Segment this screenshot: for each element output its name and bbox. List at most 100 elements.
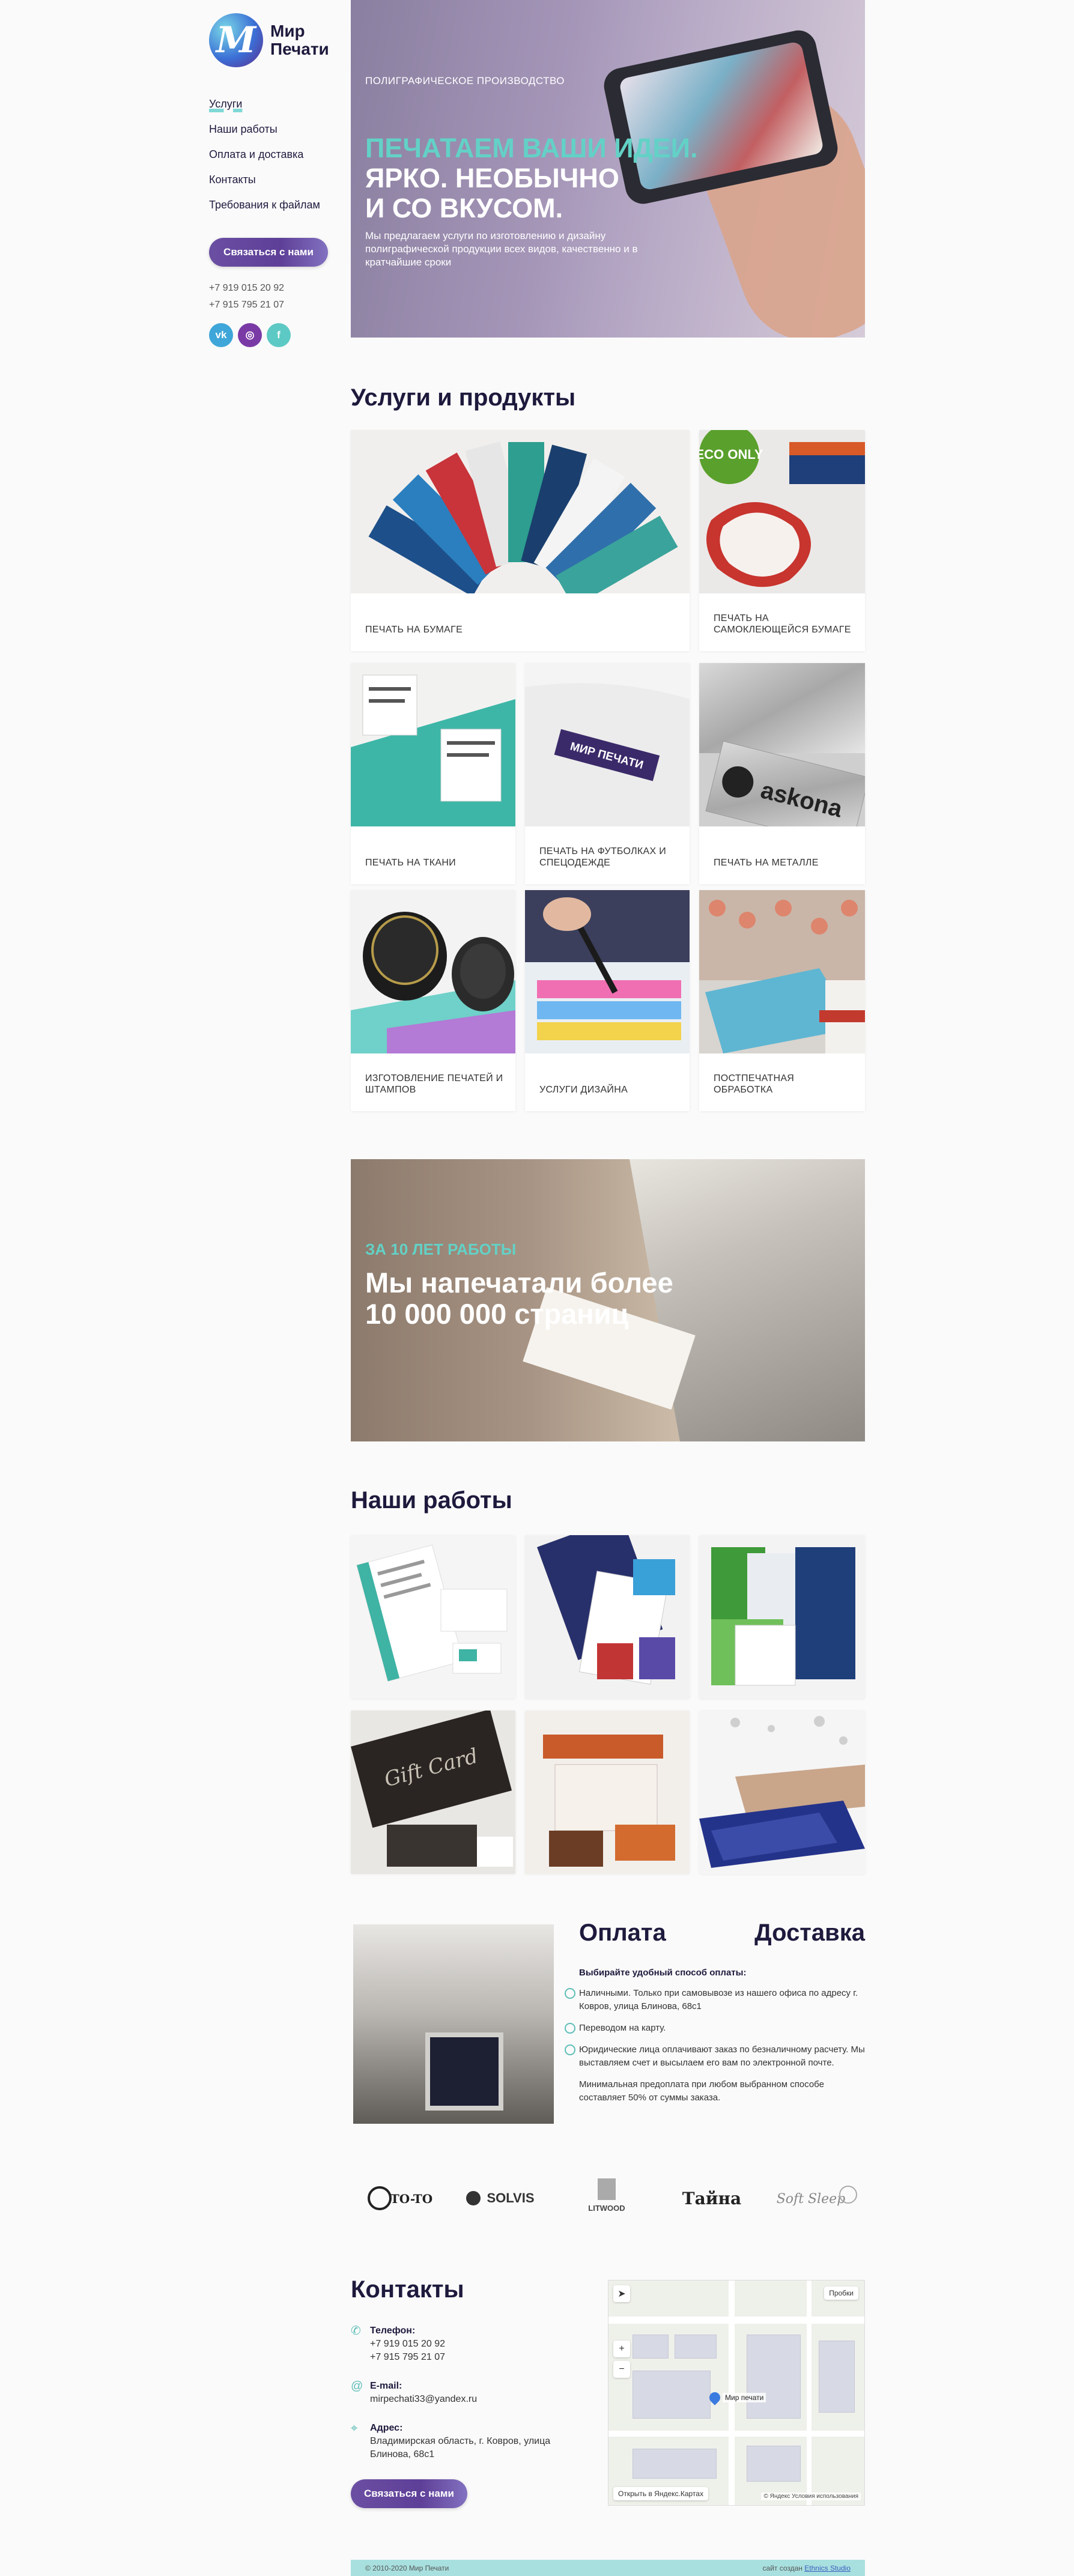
work-item[interactable]	[699, 1711, 865, 1874]
contacts-info: ✆ Телефон: +7 919 015 20 92 +7 915 795 2…	[351, 2324, 591, 2508]
contact-phone-1[interactable]: +7 919 015 20 92	[370, 2338, 591, 2351]
work-item[interactable]	[699, 1535, 865, 1699]
nav-item-works[interactable]: Наши работы	[209, 117, 341, 142]
eco-sticker-text: ECO ONLY	[699, 447, 763, 462]
service-card-metal[interactable]: askona ПЕЧАТЬ НА МЕТАЛЛЕ	[699, 663, 865, 884]
map-zoom-out-button[interactable]: −	[613, 2361, 630, 2378]
service-caption: ПЕЧАТЬ НА БУМАГЕ	[365, 625, 463, 635]
nav-item-services[interactable]: Услуги	[209, 91, 341, 117]
footer-copyright: © 2010-2020 Мир Печати	[365, 2563, 449, 2572]
service-card-stamps[interactable]: ИЗГОТОВЛЕНИЕ ПЕЧАТЕЙ И ШТАМПОВ	[351, 890, 515, 1111]
delivery-title[interactable]: Доставка	[754, 1920, 865, 1947]
facebook-icon[interactable]: f	[267, 323, 291, 347]
work-item[interactable]	[525, 1711, 690, 1874]
phone-1[interactable]: +7 919 015 20 92	[209, 280, 341, 297]
sidebar-phones: +7 919 015 20 92 +7 915 795 21 07	[209, 280, 341, 314]
map-zoom-in-button[interactable]: +	[613, 2341, 630, 2357]
map-marker[interactable]: Мир печати	[707, 2390, 766, 2405]
stats-kicker: ЗА 10 ЛЕТ РАБОТЫ	[365, 1240, 517, 1258]
service-caption: ПЕЧАТЬ НА ФУТБОЛКАХ И СПЕЦОДЕЖДЕ	[539, 846, 667, 868]
map-copyright[interactable]: © Яндекс Условия использования	[761, 2493, 861, 2500]
payment-lead: Выбирайте удобный способ оплаты:	[579, 1968, 747, 1978]
radio-icon	[565, 1988, 575, 1999]
logo[interactable]: М Мир Печати	[209, 13, 341, 67]
service-caption: ПЕЧАТЬ НА САМОКЛЕЮЩЕЙСЯ БУМАГЕ	[714, 613, 851, 635]
service-caption: ПЕЧАТЬ НА ТКАНИ	[365, 858, 456, 868]
phone-icon: ✆	[351, 2324, 361, 2338]
contact-email: @ E-mail: mirpechati33@yandex.ru	[351, 2380, 591, 2406]
payment-terminal-image	[353, 1924, 554, 2124]
stats-banner: ЗА 10 ЛЕТ РАБОТЫ Мы напечатали более 10 …	[351, 1159, 865, 1441]
service-image-postprint	[699, 890, 865, 1053]
service-image-design	[525, 890, 690, 1053]
contact-us-button[interactable]: Связаться с нами	[209, 238, 328, 267]
service-caption: ПОСТПЕЧАТНАЯ ОБРАБОТКА	[714, 1073, 795, 1095]
hero-subtitle: Мы предлагаем услуги по изготовлению и д…	[365, 230, 638, 268]
works-title: Наши работы	[351, 1487, 512, 1514]
service-card-selfadhesive[interactable]: ECO ONLY ПЕЧАТЬ НА САМОКЛЕЮЩЕЙСЯ БУМАГЕ	[699, 430, 865, 651]
contact-address: ⌖ Адрес: Владимирская область, г. Ковров…	[351, 2422, 551, 2459]
logo-text: Мир Печати	[270, 22, 329, 58]
logo-mark-icon: М	[209, 13, 263, 67]
svg-text:TO-TO: TO-TO	[390, 2192, 432, 2206]
svg-text:Тайна: Тайна	[682, 2189, 741, 2208]
terminal-screen	[425, 2032, 503, 2111]
studio-link[interactable]: Ethnics Studio	[804, 2564, 851, 2572]
email-icon: @	[351, 2380, 363, 2393]
service-image-selfadhesive: ECO ONLY	[699, 430, 865, 593]
location-pin-icon: ⌖	[351, 2422, 358, 2435]
instagram-icon[interactable]: ◎	[238, 323, 262, 347]
contacts-contact-us-button[interactable]: Связаться с нами	[351, 2479, 467, 2508]
nav-item-file-requirements[interactable]: Требования к файлам	[209, 192, 341, 217]
payment-note: Минимальная предоплата при любом выбранн…	[579, 2079, 824, 2103]
contact-phone: ✆ Телефон: +7 919 015 20 92 +7 915 795 2…	[351, 2324, 591, 2364]
payment-body: Выбирайте удобный способ оплаты: Наличны…	[565, 1966, 865, 2105]
svg-text:LITWOOD: LITWOOD	[588, 2204, 625, 2213]
hero-banner: ПОЛИГРАФИЧЕСКОЕ ПРОИЗВОДСТВО ПЕЧАТАЕМ ВА…	[351, 0, 865, 338]
service-image-stamps	[351, 890, 515, 1053]
footer: © 2010-2020 Мир Печати сайт создан Ethni…	[351, 2560, 865, 2576]
stats-title: Мы напечатали более 10 000 000 страниц	[365, 1267, 673, 1330]
service-card-tshirts[interactable]: МИР ПЕЧАТИ ПЕЧАТЬ НА ФУТБОЛКАХ И СПЕЦОДЕ…	[525, 663, 690, 884]
service-caption: ПЕЧАТЬ НА МЕТАЛЛЕ	[714, 858, 819, 868]
work-item[interactable]	[525, 1535, 690, 1699]
service-caption: УСЛУГИ ДИЗАЙНА	[539, 1085, 628, 1095]
service-card-fabric[interactable]: ПЕЧАТЬ НА ТКАНИ	[351, 663, 515, 884]
service-image-metal: askona	[699, 663, 865, 826]
map-traffic-button[interactable]: Пробки	[824, 2287, 858, 2300]
hero-label: ПОЛИГРАФИЧЕСКОЕ ПРОИЗВОДСТВО	[365, 75, 565, 86]
payment-option: Юридические лица оплачивают заказ по без…	[565, 2043, 865, 2070]
contacts-title: Контакты	[351, 2276, 464, 2303]
radio-icon	[565, 2044, 575, 2055]
partner-logo-softsleep: Soft Sleep	[769, 2180, 859, 2216]
service-card-design[interactable]: УСЛУГИ ДИЗАЙНА	[525, 890, 690, 1111]
radio-icon	[565, 2023, 575, 2034]
service-card-postprint[interactable]: ПОСТПЕЧАТНАЯ ОБРАБОТКА	[699, 890, 865, 1111]
vk-icon[interactable]: vk	[209, 323, 233, 347]
map-locate-icon[interactable]: ➤	[613, 2285, 630, 2302]
map-pin-icon	[707, 2390, 723, 2405]
payment-title[interactable]: Оплата	[579, 1920, 666, 1947]
phone-2[interactable]: +7 915 795 21 07	[209, 297, 341, 314]
nav-item-contacts[interactable]: Контакты	[209, 167, 341, 192]
partner-logo-toto: TO-TO	[366, 2180, 438, 2216]
partner-logo-litwood: LITWOOD	[577, 2178, 637, 2216]
service-image-fabric	[351, 663, 515, 826]
yandex-map[interactable]: ➤ + − Пробки Мир печати Открыть в Яндекс…	[608, 2280, 865, 2506]
nav-item-payment[interactable]: Оплата и доставка	[209, 142, 341, 167]
map-open-link[interactable]: Открыть в Яндекс.Картах	[613, 2487, 708, 2500]
footer-credit: сайт создан Ethnics Studio	[762, 2563, 851, 2572]
service-caption: ИЗГОТОВЛЕНИЕ ПЕЧАТЕЙ И ШТАМПОВ	[365, 1073, 503, 1095]
payment-option: Переводом на карту.	[565, 2022, 865, 2035]
service-card-paper[interactable]: ПЕЧАТЬ НА БУМАГЕ	[351, 430, 690, 651]
partner-logo-tayna: Тайна	[679, 2180, 745, 2216]
partner-logo-solvis: SOLVIS	[463, 2180, 547, 2216]
hero-title: ПЕЧАТАЕМ ВАШИ ИДЕИ. ЯРКО. НЕОБЫЧНО И СО …	[365, 133, 698, 223]
contact-email-link[interactable]: mirpechati33@yandex.ru	[370, 2393, 591, 2406]
svg-text:SOLVIS: SOLVIS	[487, 2190, 534, 2205]
service-image-tshirts: МИР ПЕЧАТИ	[525, 663, 690, 826]
contact-phone-2[interactable]: +7 915 795 21 07	[370, 2351, 591, 2364]
work-item[interactable]: Gift Card	[351, 1711, 515, 1874]
social-links: vk ◎ f	[209, 323, 341, 347]
work-item[interactable]	[351, 1535, 515, 1699]
